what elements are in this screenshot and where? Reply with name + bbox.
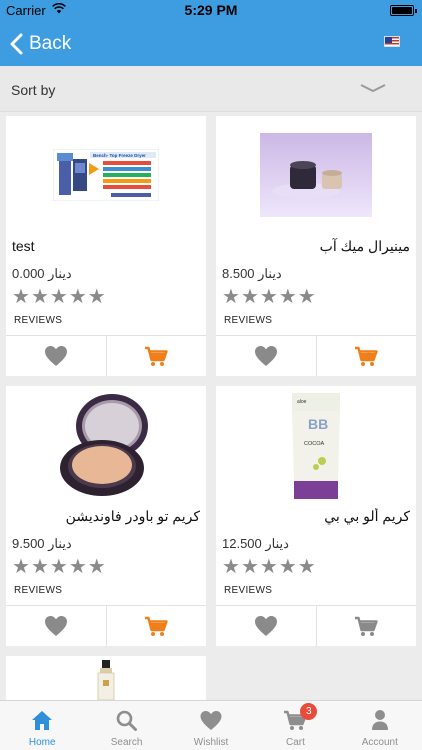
- reviews-link[interactable]: REVIEWS: [224, 315, 272, 326]
- star-icon: ★: [68, 286, 87, 308]
- add-to-cart-button[interactable]: [315, 336, 417, 376]
- rating-stars: ★ ★ ★ ★ ★: [12, 556, 107, 578]
- wishlist-button[interactable]: [216, 606, 316, 646]
- rating-stars: ★ ★ ★ ★ ★: [222, 556, 317, 578]
- star-icon: ★: [222, 556, 240, 578]
- battery-icon: [390, 5, 417, 16]
- star-icon: ★: [68, 556, 87, 578]
- wishlist-button[interactable]: [6, 606, 106, 646]
- back-button[interactable]: Back: [10, 30, 71, 58]
- star-icon: ★: [87, 556, 106, 578]
- product-image[interactable]: [216, 116, 416, 234]
- home-icon: [32, 711, 53, 730]
- cart-icon: [145, 346, 168, 366]
- card-actions: [6, 335, 206, 376]
- tab-label: Search: [110, 737, 143, 748]
- product-image[interactable]: Bench- Top Freeze Dryer: [6, 116, 206, 234]
- star-icon: ★: [240, 556, 259, 578]
- heart-icon: [254, 346, 277, 366]
- rating-stars: ★ ★ ★ ★ ★: [222, 286, 317, 308]
- status-bar: Carrier 5:29 PM: [0, 0, 422, 20]
- tab-wishlist[interactable]: Wishlist: [169, 701, 253, 750]
- product-name[interactable]: كريم تو باودر فاونديشن: [12, 508, 200, 525]
- language-flag-icon[interactable]: [384, 36, 400, 47]
- heart-icon: [44, 346, 67, 366]
- tab-label: Home: [28, 737, 56, 748]
- tube-brand: aloe: [297, 399, 307, 405]
- star-icon: ★: [30, 286, 49, 308]
- star-icon: ★: [12, 286, 30, 308]
- product-card[interactable]: aloe BB COCOA كريم ألو بي بي 12.500 دينا…: [216, 386, 416, 646]
- tab-bar: Home Search Wishlist 3 Cart Account: [0, 700, 422, 750]
- card-actions: [216, 605, 416, 646]
- star-icon: ★: [259, 556, 278, 578]
- star-icon: ★: [240, 286, 259, 308]
- sort-bar[interactable]: Sort by: [0, 66, 422, 112]
- star-icon: ★: [297, 286, 316, 308]
- heart-icon: [200, 710, 222, 731]
- star-icon: ★: [222, 286, 240, 308]
- card-actions: [216, 335, 416, 376]
- cart-icon: [355, 616, 378, 636]
- sort-label: Sort by: [11, 82, 56, 98]
- reviews-link[interactable]: REVIEWS: [14, 585, 62, 596]
- tab-label: Wishlist: [193, 737, 229, 748]
- product-image[interactable]: [6, 656, 206, 700]
- tab-search[interactable]: Search: [84, 701, 168, 750]
- add-to-cart-button[interactable]: [315, 606, 417, 646]
- search-icon: [116, 710, 138, 731]
- product-price: 0.000 دينار: [12, 266, 72, 281]
- tab-home[interactable]: Home: [0, 701, 84, 750]
- product-name[interactable]: test: [12, 238, 200, 254]
- brochure-heading: Bench- Top Freeze Dryer: [93, 153, 146, 158]
- cart-icon: [145, 616, 168, 636]
- reviews-link[interactable]: REVIEWS: [224, 585, 272, 596]
- star-icon: ★: [30, 556, 49, 578]
- star-icon: ★: [259, 286, 278, 308]
- product-price: 12.500 دينار: [222, 536, 289, 551]
- product-image[interactable]: aloe BB COCOA: [216, 386, 416, 504]
- reviews-link[interactable]: REVIEWS: [14, 315, 62, 326]
- star-icon: ★: [278, 286, 297, 308]
- card-actions: [6, 605, 206, 646]
- product-name[interactable]: كريم ألو بي بي: [222, 508, 410, 525]
- product-price: 8.500 دينار: [222, 266, 282, 281]
- product-price: 9.500 دينار: [12, 536, 72, 551]
- tube-line: COCOA: [304, 441, 325, 447]
- heart-icon: [44, 616, 67, 636]
- chevron-left-icon: [10, 33, 23, 55]
- product-image[interactable]: [6, 386, 206, 504]
- tab-account[interactable]: Account: [338, 701, 422, 750]
- rating-stars: ★ ★ ★ ★ ★: [12, 286, 107, 308]
- product-card[interactable]: Bench- Top Freeze Dryer test 0.000 دينار…: [6, 116, 206, 376]
- star-icon: ★: [297, 556, 316, 578]
- product-card[interactable]: مينيرال ميك آب 8.500 دينار ★ ★ ★ ★ ★ REVIEWS: [216, 116, 416, 376]
- cart-count-badge: 3: [300, 703, 318, 720]
- cart-icon: [355, 346, 378, 366]
- tab-label: Cart: [285, 737, 305, 748]
- product-card[interactable]: [6, 656, 206, 700]
- product-name[interactable]: مينيرال ميك آب: [222, 238, 410, 255]
- star-icon: ★: [278, 556, 297, 578]
- account-icon: [371, 710, 388, 730]
- back-label: Back: [29, 33, 72, 54]
- nav-bar: Back: [0, 20, 422, 66]
- add-to-cart-button[interactable]: [105, 336, 207, 376]
- status-time: 5:29 PM: [184, 2, 238, 18]
- wishlist-button[interactable]: [216, 336, 316, 376]
- wishlist-button[interactable]: [6, 336, 106, 376]
- product-card[interactable]: كريم تو باودر فاونديشن 9.500 دينار ★ ★ ★ ★ ★…: [6, 386, 206, 646]
- heart-icon: [254, 616, 277, 636]
- chevron-down-icon[interactable]: [360, 83, 386, 93]
- add-to-cart-button[interactable]: [105, 606, 207, 646]
- star-icon: ★: [12, 556, 30, 578]
- tab-label: Account: [361, 737, 398, 748]
- star-icon: ★: [87, 286, 106, 308]
- tube-logo: BB: [308, 416, 328, 432]
- tab-cart[interactable]: 3 Cart: [253, 701, 337, 750]
- star-icon: ★: [49, 556, 68, 578]
- star-icon: ★: [49, 286, 68, 308]
